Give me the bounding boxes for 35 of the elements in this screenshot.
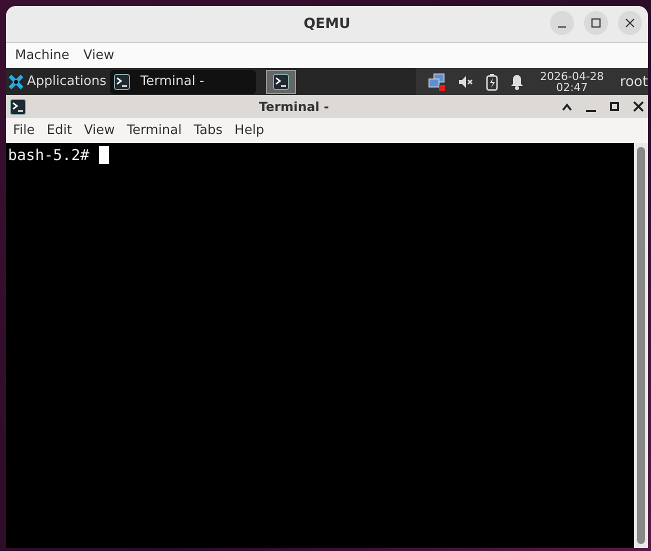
window-title: QEMU (304, 16, 350, 32)
maximize-button[interactable] (584, 11, 608, 35)
menu-item[interactable]: Machine (10, 46, 74, 65)
menu-item[interactable]: Help (230, 121, 270, 140)
taskbar-button[interactable]: Terminal - (110, 70, 256, 94)
close-button[interactable] (618, 11, 642, 35)
menu-item[interactable]: View (78, 121, 120, 140)
menu-item[interactable]: Edit (42, 121, 77, 140)
battery-icon[interactable] (486, 72, 498, 90)
menu-item[interactable]: Terminal (122, 121, 187, 140)
maximize-icon[interactable] (610, 102, 619, 111)
terminal-line: bash-5.2# (8, 146, 90, 164)
menu-item[interactable]: Tabs (188, 121, 228, 140)
network-icon[interactable] (428, 72, 446, 90)
scrollbar[interactable] (634, 143, 648, 548)
cursor (99, 146, 110, 164)
launcher-button[interactable] (266, 70, 296, 94)
time-text: 02:47 (556, 82, 588, 92)
bell-icon[interactable] (510, 74, 524, 90)
menu-item[interactable]: File (8, 121, 40, 140)
menu-item[interactable]: View (78, 46, 120, 65)
maximize-icon (591, 18, 601, 28)
logo-icon (8, 74, 24, 90)
terminal-icon[interactable] (114, 74, 130, 90)
applications-menu[interactable]: Applications (6, 74, 110, 90)
close-icon (625, 18, 635, 28)
minimize-icon (557, 26, 567, 28)
user-name[interactable]: root (620, 74, 648, 90)
terminal-icon[interactable] (10, 98, 26, 114)
close-icon[interactable] (633, 101, 644, 112)
terminal-icon[interactable] (273, 74, 290, 90)
muted-speaker-icon[interactable] (458, 74, 474, 90)
date-text: 2026-04-28 (540, 70, 604, 82)
shade-icon[interactable] (562, 102, 572, 110)
terminal-title: Terminal - (258, 99, 330, 114)
